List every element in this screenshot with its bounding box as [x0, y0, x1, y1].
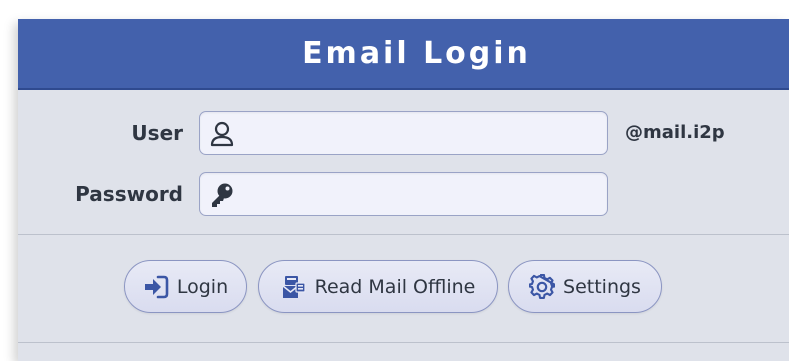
title-bar: Email Login [18, 19, 789, 90]
password-label: Password [75, 182, 183, 206]
user-icon [208, 120, 236, 148]
password-row: Password [18, 172, 789, 216]
key-icon [208, 181, 236, 209]
user-label: User [131, 121, 183, 145]
settings-button[interactable]: Settings [508, 260, 662, 313]
user-field-container[interactable] [199, 111, 608, 155]
login-panel: Email Login User @mail.i2p Password Logi… [18, 19, 789, 361]
user-input[interactable] [242, 112, 598, 153]
login-form: User @mail.i2p Password [18, 90, 789, 235]
gear-icon [528, 273, 556, 300]
password-field-container[interactable] [199, 172, 608, 216]
page-title: Email Login [302, 36, 531, 71]
settings-button-label: Settings [563, 275, 641, 298]
login-button-label: Login [176, 275, 229, 298]
button-bar: Login Read Mail Offline Settings [18, 235, 789, 343]
mail-offline-icon [281, 274, 307, 300]
user-row: User @mail.i2p [18, 111, 789, 155]
read-mail-offline-label: Read Mail Offline [314, 275, 476, 298]
read-mail-offline-button[interactable]: Read Mail Offline [258, 260, 498, 313]
login-button[interactable]: Login [124, 260, 247, 313]
password-input[interactable] [242, 173, 598, 214]
domain-suffix: @mail.i2p [625, 122, 725, 143]
sign-in-icon [143, 274, 169, 300]
